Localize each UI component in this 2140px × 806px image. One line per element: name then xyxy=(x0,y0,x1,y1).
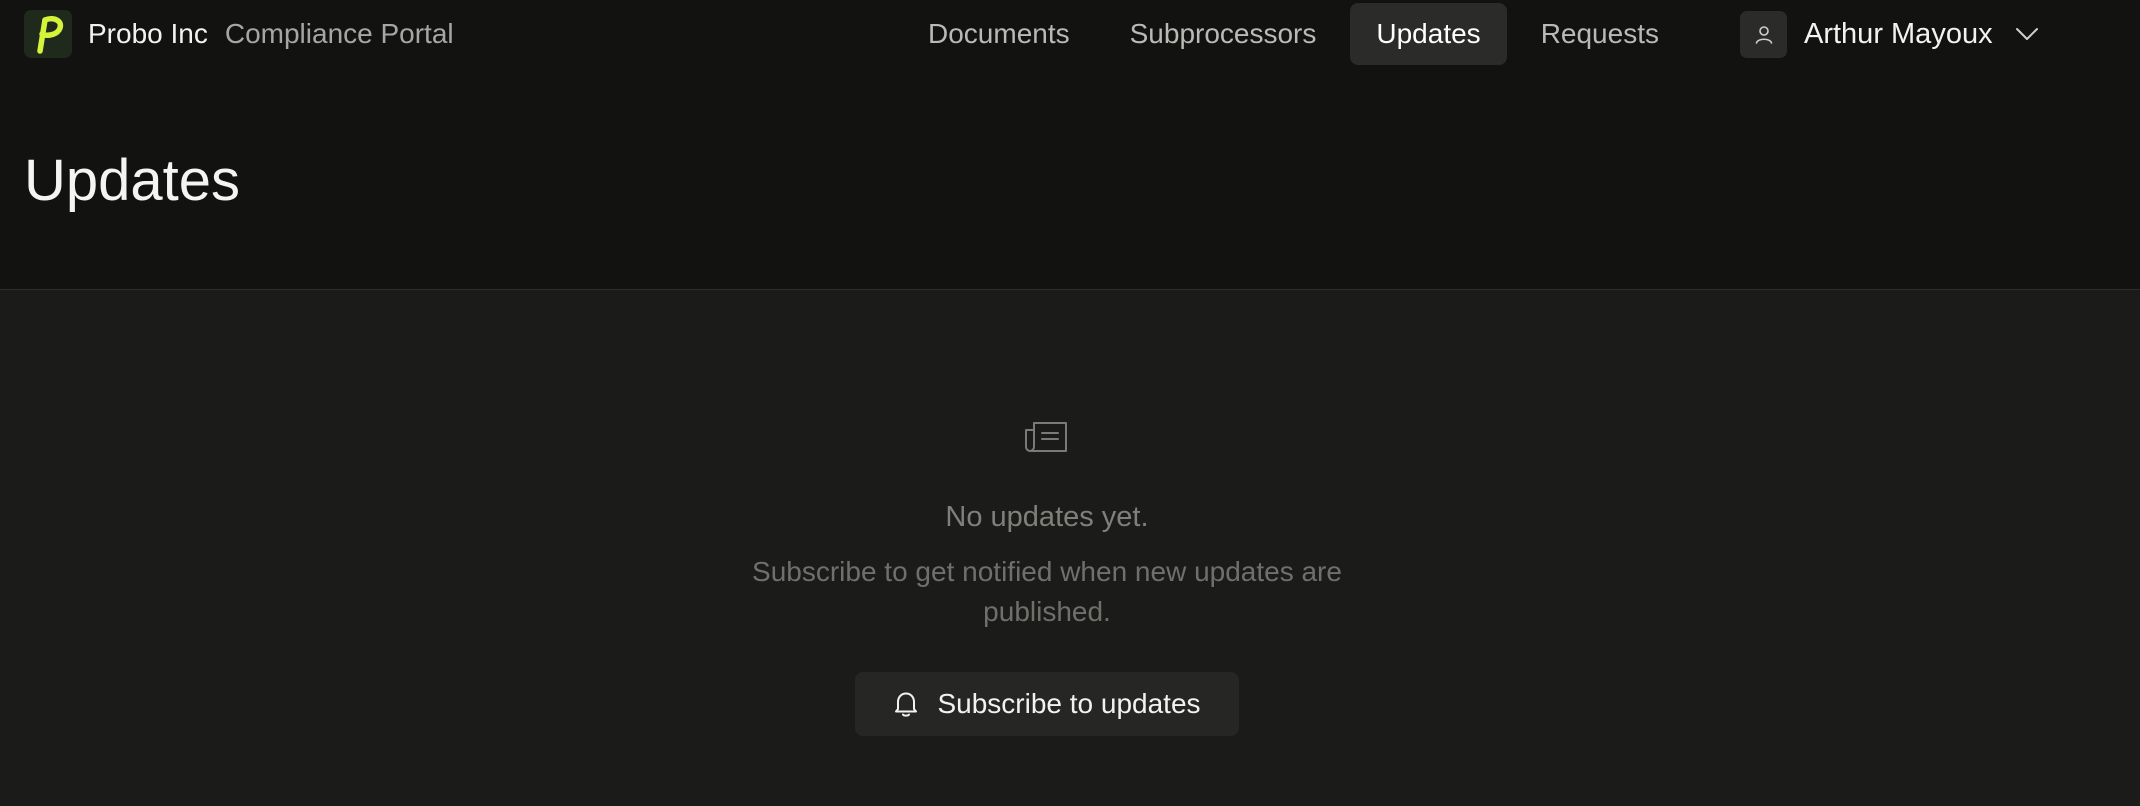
nav-item-requests[interactable]: Requests xyxy=(1515,3,1685,65)
empty-state: No updates yet. Subscribe to get notifie… xyxy=(0,420,2094,736)
nav-item-updates[interactable]: Updates xyxy=(1350,3,1507,65)
empty-state-description: Subscribe to get notified when new updat… xyxy=(752,556,1342,627)
subscribe-button-label: Subscribe to updates xyxy=(937,688,1201,719)
nav-item-subprocessors[interactable]: Subprocessors xyxy=(1104,3,1343,65)
chevron-down-icon[interactable] xyxy=(2015,27,2039,41)
brand[interactable]: Probo Inc Compliance Portal xyxy=(24,10,454,58)
top-navbar: Probo Inc Compliance Portal Documents Su… xyxy=(0,0,2140,68)
page-header: Probo Inc Compliance Portal Documents Su… xyxy=(0,0,2140,290)
newspaper-icon xyxy=(1025,420,1069,454)
nav-item-documents[interactable]: Documents xyxy=(902,3,1096,65)
portal-name: Compliance Portal xyxy=(224,18,454,49)
org-name: Probo Inc xyxy=(88,18,208,49)
probo-logo-icon xyxy=(24,10,72,58)
user-menu[interactable]: Arthur Mayoux xyxy=(1740,10,2039,58)
main-nav: Documents Subprocessors Updates Requests xyxy=(902,3,1693,65)
user-icon xyxy=(1740,10,1787,58)
empty-state-title: No updates yet. xyxy=(945,501,1149,533)
bell-icon xyxy=(893,690,919,718)
page-title: Updates xyxy=(24,148,241,213)
user-name: Arthur Mayoux xyxy=(1804,17,1993,50)
subscribe-button[interactable]: Subscribe to updates xyxy=(855,672,1239,736)
